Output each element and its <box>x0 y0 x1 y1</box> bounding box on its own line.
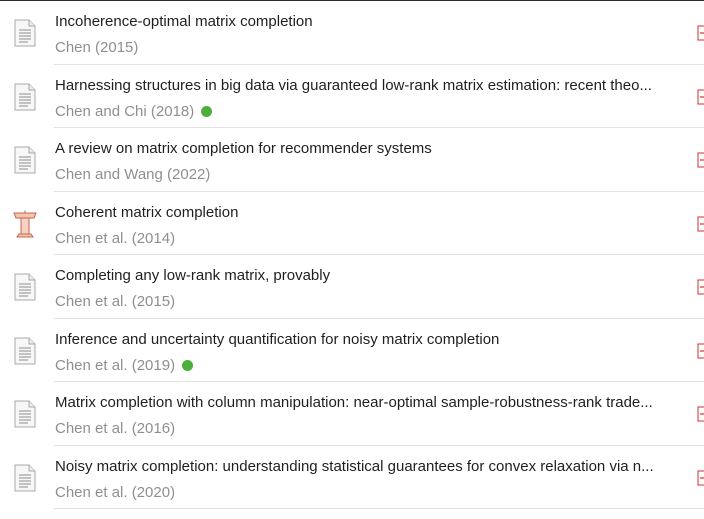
item-authors-year: Chen et al. (2016) <box>55 420 176 437</box>
item-title: Incoherence-optimal matrix completion <box>55 13 313 30</box>
document-icon <box>14 146 36 174</box>
list-item[interactable]: Harnessing structures in big data via gu… <box>0 65 704 128</box>
item-meta: Chen et al. (2019) <box>55 356 194 375</box>
item-authors-year: Chen et al. (2014) <box>55 229 176 247</box>
list-item[interactable]: Completing any low-rank matrix, provably… <box>0 255 704 319</box>
pdf-icon[interactable] <box>697 25 704 41</box>
document-icon <box>14 83 36 110</box>
conference-paper-icon <box>13 210 37 237</box>
item-meta: Chen (2015) <box>55 38 138 57</box>
item-title: Noisy matrix completion: understanding s… <box>55 457 654 475</box>
document-icon <box>14 19 36 47</box>
list-item[interactable]: Noisy matrix completion: understanding s… <box>0 446 704 509</box>
document-icon <box>14 400 36 428</box>
item-title: Coherent matrix completion <box>55 203 239 221</box>
list-item[interactable]: Coherent matrix completion Chen et al. (… <box>0 192 704 255</box>
pdf-icon[interactable] <box>697 406 704 422</box>
pdf-icon[interactable] <box>697 469 704 486</box>
item-authors-year: Chen and Wang (2022) <box>55 166 211 183</box>
pdf-icon[interactable] <box>697 215 704 232</box>
item-meta: Chen et al. (2020) <box>55 483 175 502</box>
item-meta: Chen and Chi (2018) <box>55 102 213 121</box>
item-meta: Chen and Wang (2022) <box>55 165 210 184</box>
document-icon <box>14 337 36 364</box>
item-title: Inference and uncertainty quantification… <box>55 330 500 348</box>
row-divider <box>54 508 704 509</box>
item-meta: Chen et al. (2014) <box>55 229 175 248</box>
status-dot <box>201 105 213 117</box>
item-title: Harnessing structures in big data via gu… <box>55 76 652 94</box>
item-authors-year: Chen et al. (2019) <box>55 356 176 374</box>
status-dot <box>182 359 194 371</box>
pdf-icon[interactable] <box>697 152 704 168</box>
item-title: Matrix completion with column manipulati… <box>55 394 653 411</box>
pdf-icon[interactable] <box>697 342 704 359</box>
pdf-icon[interactable] <box>697 88 704 105</box>
item-meta: Chen et al. (2016) <box>55 419 175 438</box>
item-authors-year: Chen and Chi (2018) <box>55 102 195 120</box>
item-authors-year: Chen et al. (2020) <box>55 483 176 501</box>
reference-list: Incoherence-optimal matrix completion Ch… <box>0 1 704 509</box>
list-item[interactable]: A review on matrix completion for recomm… <box>0 128 704 192</box>
item-title: A review on matrix completion for recomm… <box>55 140 432 157</box>
item-title: Completing any low-rank matrix, provably <box>55 267 331 284</box>
document-icon <box>14 273 36 301</box>
list-item[interactable]: Matrix completion with column manipulati… <box>0 382 704 446</box>
list-item[interactable]: Inference and uncertainty quantification… <box>0 319 704 382</box>
item-meta: Chen et al. (2015) <box>55 292 175 311</box>
item-authors-year: Chen et al. (2015) <box>55 293 176 310</box>
item-authors-year: Chen (2015) <box>55 39 139 56</box>
list-item[interactable]: Incoherence-optimal matrix completion Ch… <box>0 1 704 65</box>
pdf-icon[interactable] <box>697 279 704 295</box>
document-icon <box>14 464 36 491</box>
